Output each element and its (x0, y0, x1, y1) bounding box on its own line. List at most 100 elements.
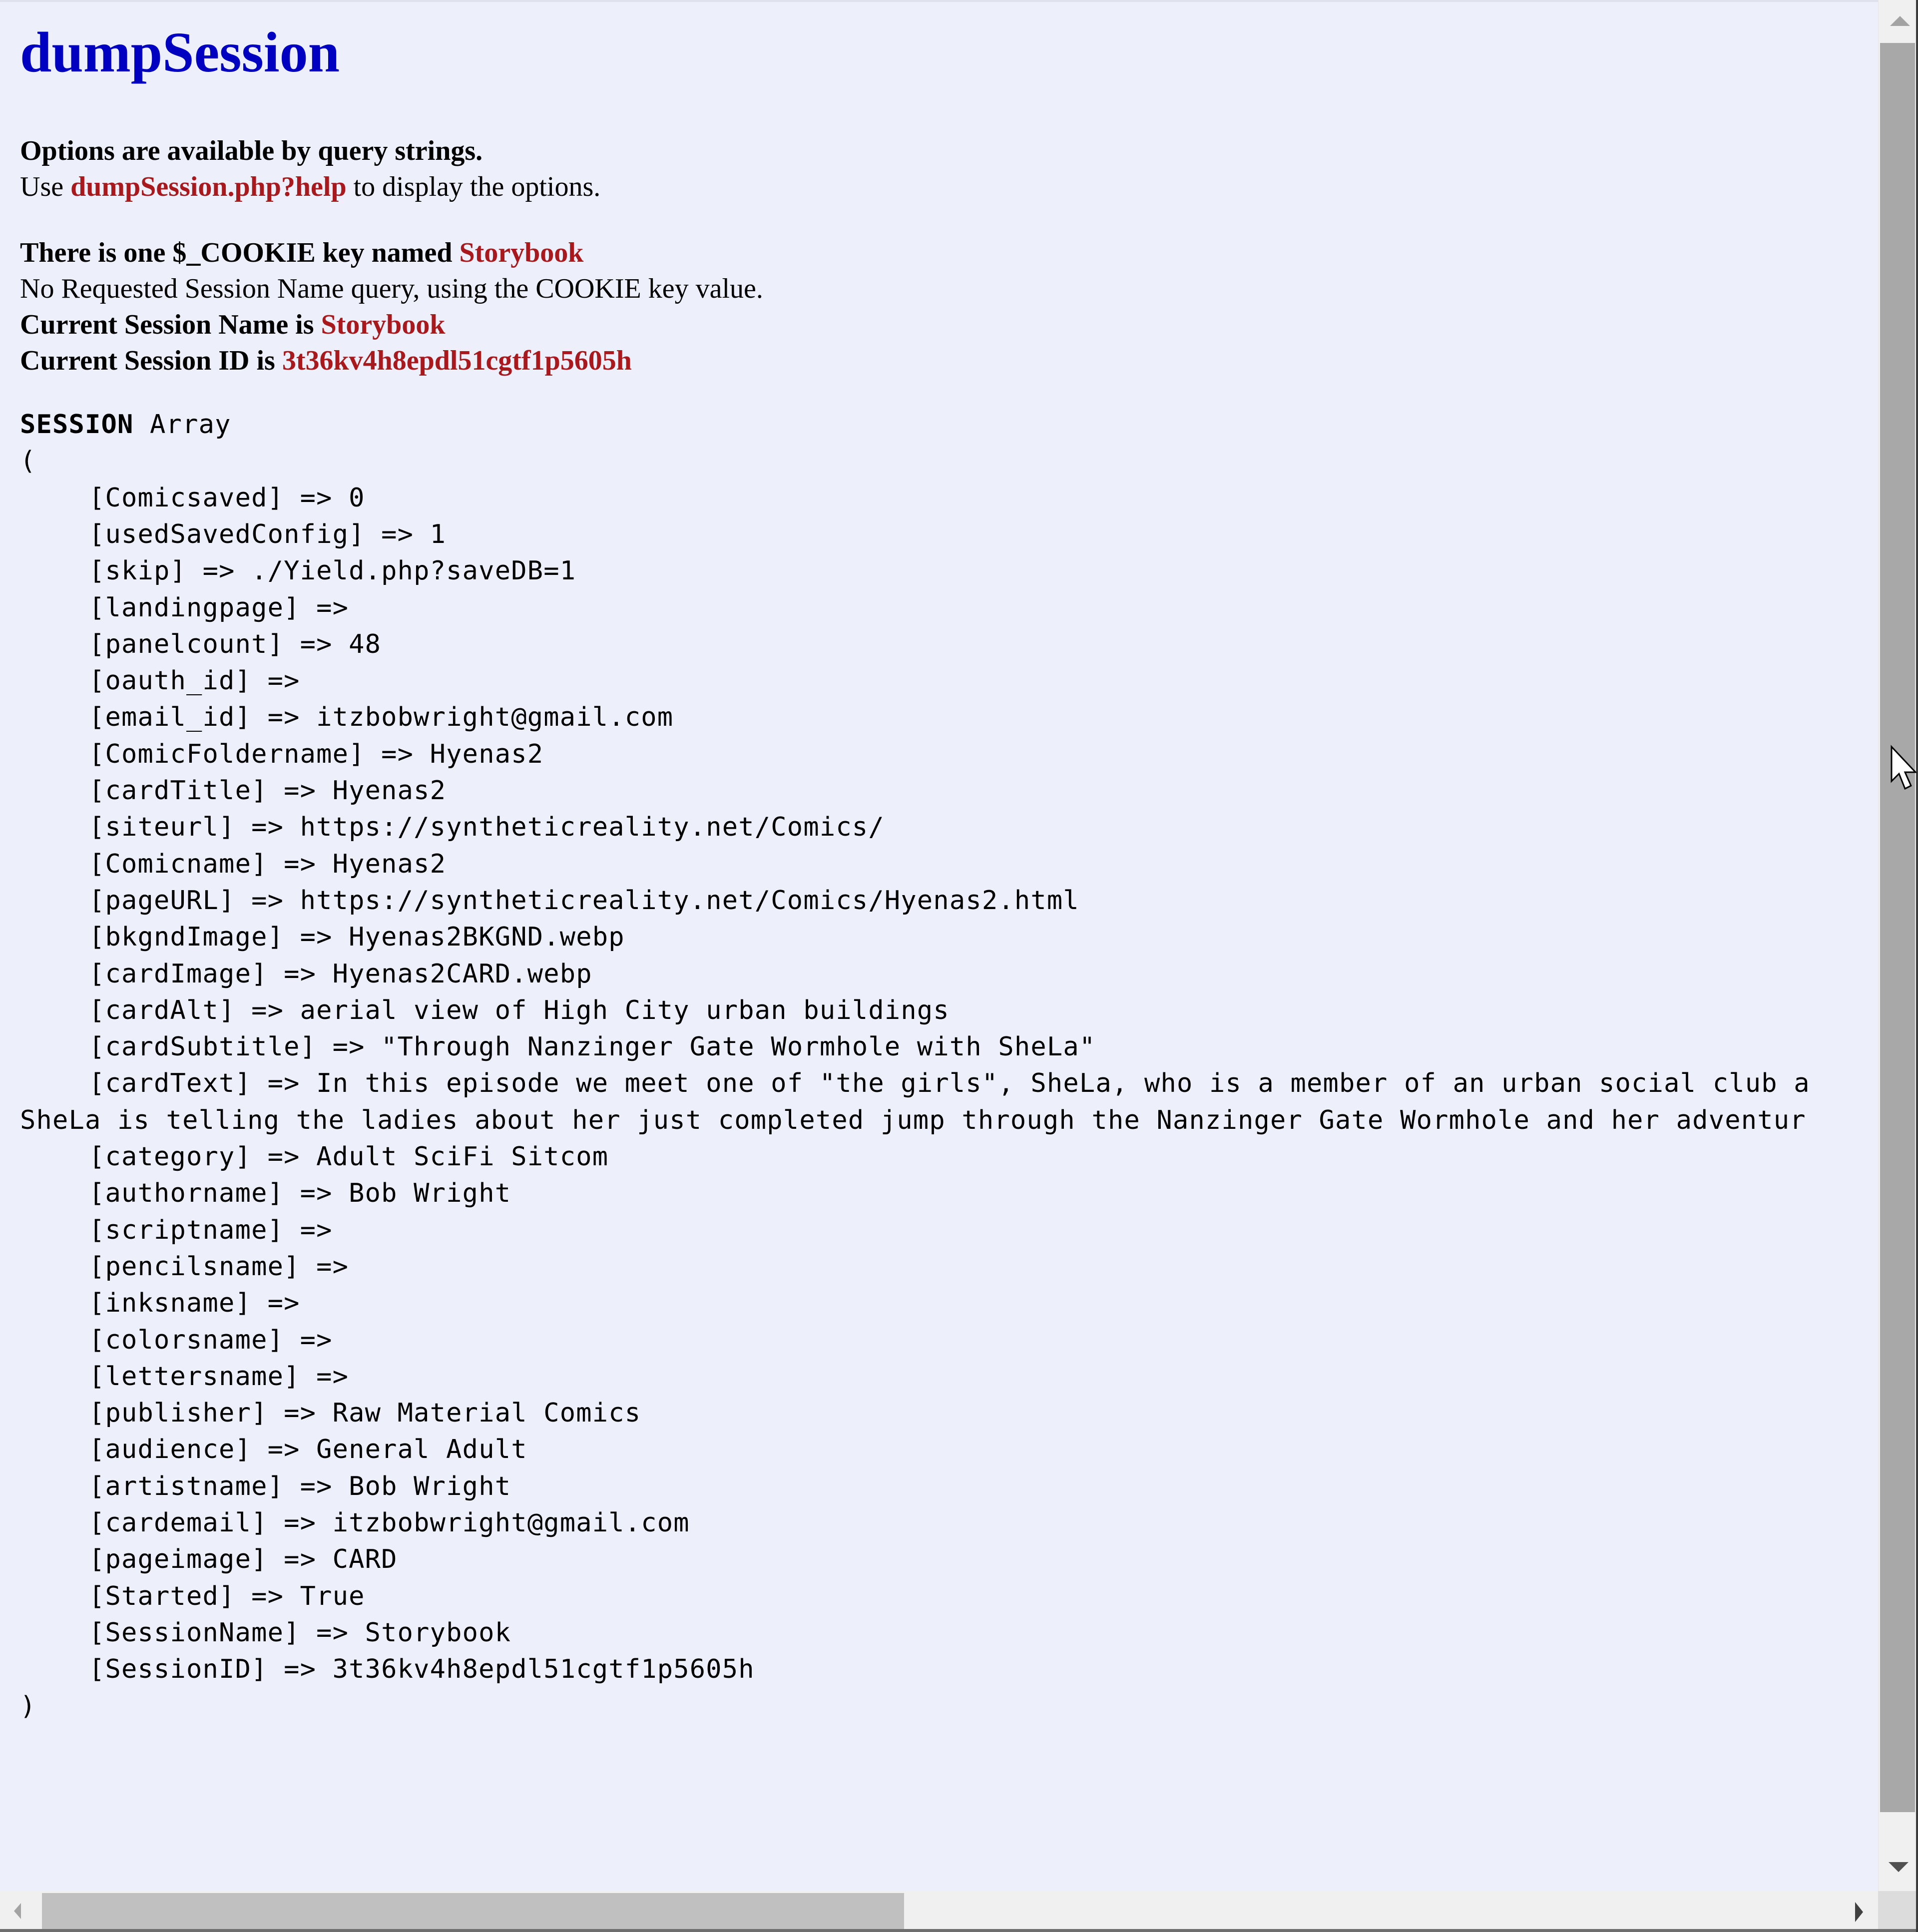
entry-arrow: => (284, 483, 349, 513)
bracket-open: [ (89, 556, 105, 586)
entry-arrow: => (284, 1178, 349, 1209)
entry-key: Comicname (105, 849, 252, 879)
entry-value: 3t36kv4h8epdl51cgtf1p5605h (332, 1654, 755, 1685)
dump-entry: [oauth_id] => (20, 663, 316, 699)
bracket-close: ] (235, 666, 252, 696)
entry-arrow: => (284, 922, 349, 953)
bracket-close: ] (267, 1215, 284, 1245)
options-notice: Options are available by query strings. (20, 133, 482, 169)
entry-key: cardTitle (105, 776, 252, 806)
dump-close-paren: ) (20, 1688, 36, 1725)
bracket-close: ] (219, 812, 235, 843)
session-name-line: Current Session Name is Storybook (20, 307, 445, 343)
bracket-close: ] (251, 959, 268, 989)
entry-arrow: => (251, 702, 317, 733)
entry-value: Raw Material Comics (332, 1398, 641, 1429)
entry-arrow: => (235, 995, 300, 1025)
bracket-close: ] (284, 592, 300, 623)
entry-arrow: => (251, 1435, 317, 1465)
dump-entry: [bkgndImage] => Hyenas2BKGND.webp (20, 919, 625, 956)
dump-open-paren: ( (20, 443, 36, 480)
scroll-up-arrow-icon[interactable] (1879, 0, 1918, 42)
no-query-text: No Requested Session Name query, using t… (20, 273, 763, 304)
bracket-open: [ (89, 519, 105, 549)
scroll-left-arrow-icon[interactable] (0, 1891, 40, 1929)
entry-arrow: => (267, 959, 333, 989)
entry-value: "Through Nanzinger Gate Wormhole with Sh… (381, 1032, 1096, 1062)
bracket-close: ] (235, 1288, 252, 1319)
page-viewport: dumpSession Options are available by que… (0, 0, 1878, 1893)
bracket-close: ] (235, 1435, 252, 1465)
bracket-open: [ (89, 739, 105, 769)
entry-arrow: => (365, 739, 430, 769)
entry-value: itzbobwright@gmail.com (316, 702, 674, 733)
dump-entry: [SessionID] => 3t36kv4h8epdl51cgtf1p5605… (20, 1651, 755, 1688)
open-paren: ( (20, 446, 36, 477)
horizontal-scrollbar[interactable] (0, 1891, 1878, 1929)
bracket-open: [ (89, 776, 105, 806)
dump-entry: [lettersname] => (20, 1359, 365, 1395)
entry-arrow: => (267, 1654, 333, 1685)
bracket-open: [ (89, 1142, 105, 1172)
bracket-open: [ (89, 812, 105, 843)
no-query-line: No Requested Session Name query, using t… (20, 271, 763, 307)
entry-arrow: => (284, 1325, 349, 1355)
entry-value: Hyenas2 (332, 849, 447, 879)
bracket-open: [ (89, 1288, 105, 1319)
scroll-right-arrow-icon[interactable] (1838, 1891, 1878, 1929)
dump-entry: [email_id] => itzbobwright@gmail.com (20, 699, 673, 736)
entry-arrow: => (251, 1068, 317, 1099)
entry-key: cardText (105, 1068, 235, 1099)
entry-value: In this episode we meet one of "the girl… (316, 1068, 1810, 1099)
bracket-close: ] (219, 995, 235, 1025)
entry-key: scriptname (105, 1215, 268, 1245)
bracket-open: [ (89, 1544, 105, 1575)
vertical-scroll-thumb[interactable] (1880, 43, 1915, 1812)
window-bottom-edge (0, 1929, 1918, 1932)
bracket-open: [ (89, 1361, 105, 1392)
entry-key: colorsname (105, 1325, 268, 1355)
entry-value: 48 (349, 629, 382, 659)
entry-value: Storybook (365, 1617, 511, 1648)
entry-key: cardSubtitle (105, 1032, 300, 1062)
bracket-open: [ (89, 995, 105, 1025)
bracket-close: ] (267, 1325, 284, 1355)
bracket-close: ] (251, 1398, 268, 1429)
entry-value: ./Yield.php?saveDB=1 (251, 556, 576, 586)
horizontal-scroll-thumb[interactable] (42, 1893, 904, 1929)
entry-key: category (105, 1142, 235, 1172)
dump-entry: [usedSavedConfig] => 1 (20, 516, 446, 553)
entry-key: email_id (105, 702, 235, 733)
dump-header-type: Array (133, 410, 231, 440)
bracket-open: [ (89, 1251, 105, 1282)
scroll-down-arrow-icon[interactable] (1879, 1848, 1918, 1890)
entry-key: landingpage (105, 592, 284, 623)
entry-arrow: => (300, 1251, 365, 1282)
dump-entry: [pageimage] => CARD (20, 1541, 398, 1578)
bracket-close: ] (284, 1361, 300, 1392)
entry-key: publisher (105, 1398, 252, 1429)
dump-entry-continuation: SheLa is telling the ladies about her ju… (20, 1102, 1806, 1139)
bracket-open: [ (89, 1068, 105, 1099)
bracket-open: [ (89, 666, 105, 696)
entry-arrow: => (186, 556, 252, 586)
entry-key: cardImage (105, 959, 252, 989)
entry-value: Bob Wright (349, 1178, 511, 1209)
entry-arrow: => (251, 1142, 317, 1172)
entry-value: itzbobwright@gmail.com (332, 1508, 690, 1538)
entry-key: inksname (105, 1288, 235, 1319)
dump-entry: [ComicFoldername] => Hyenas2 (20, 736, 543, 773)
dump-entry: [siteurl] => https://syntheticreality.ne… (20, 809, 885, 846)
entry-arrow: => (284, 629, 349, 659)
use-prefix: Use (20, 171, 71, 202)
dump-entry: [SessionName] => Storybook (20, 1615, 511, 1651)
help-link[interactable]: dumpSession.php?help (70, 171, 347, 202)
entry-key: Started (105, 1581, 219, 1611)
entry-value: True (300, 1581, 365, 1611)
entry-value: Hyenas2 (430, 739, 544, 769)
bracket-close: ] (267, 629, 284, 659)
bracket-open: [ (89, 1581, 105, 1611)
entry-value: Bob Wright (349, 1471, 511, 1501)
vertical-scrollbar[interactable] (1878, 0, 1918, 1891)
bracket-open: [ (89, 1508, 105, 1538)
